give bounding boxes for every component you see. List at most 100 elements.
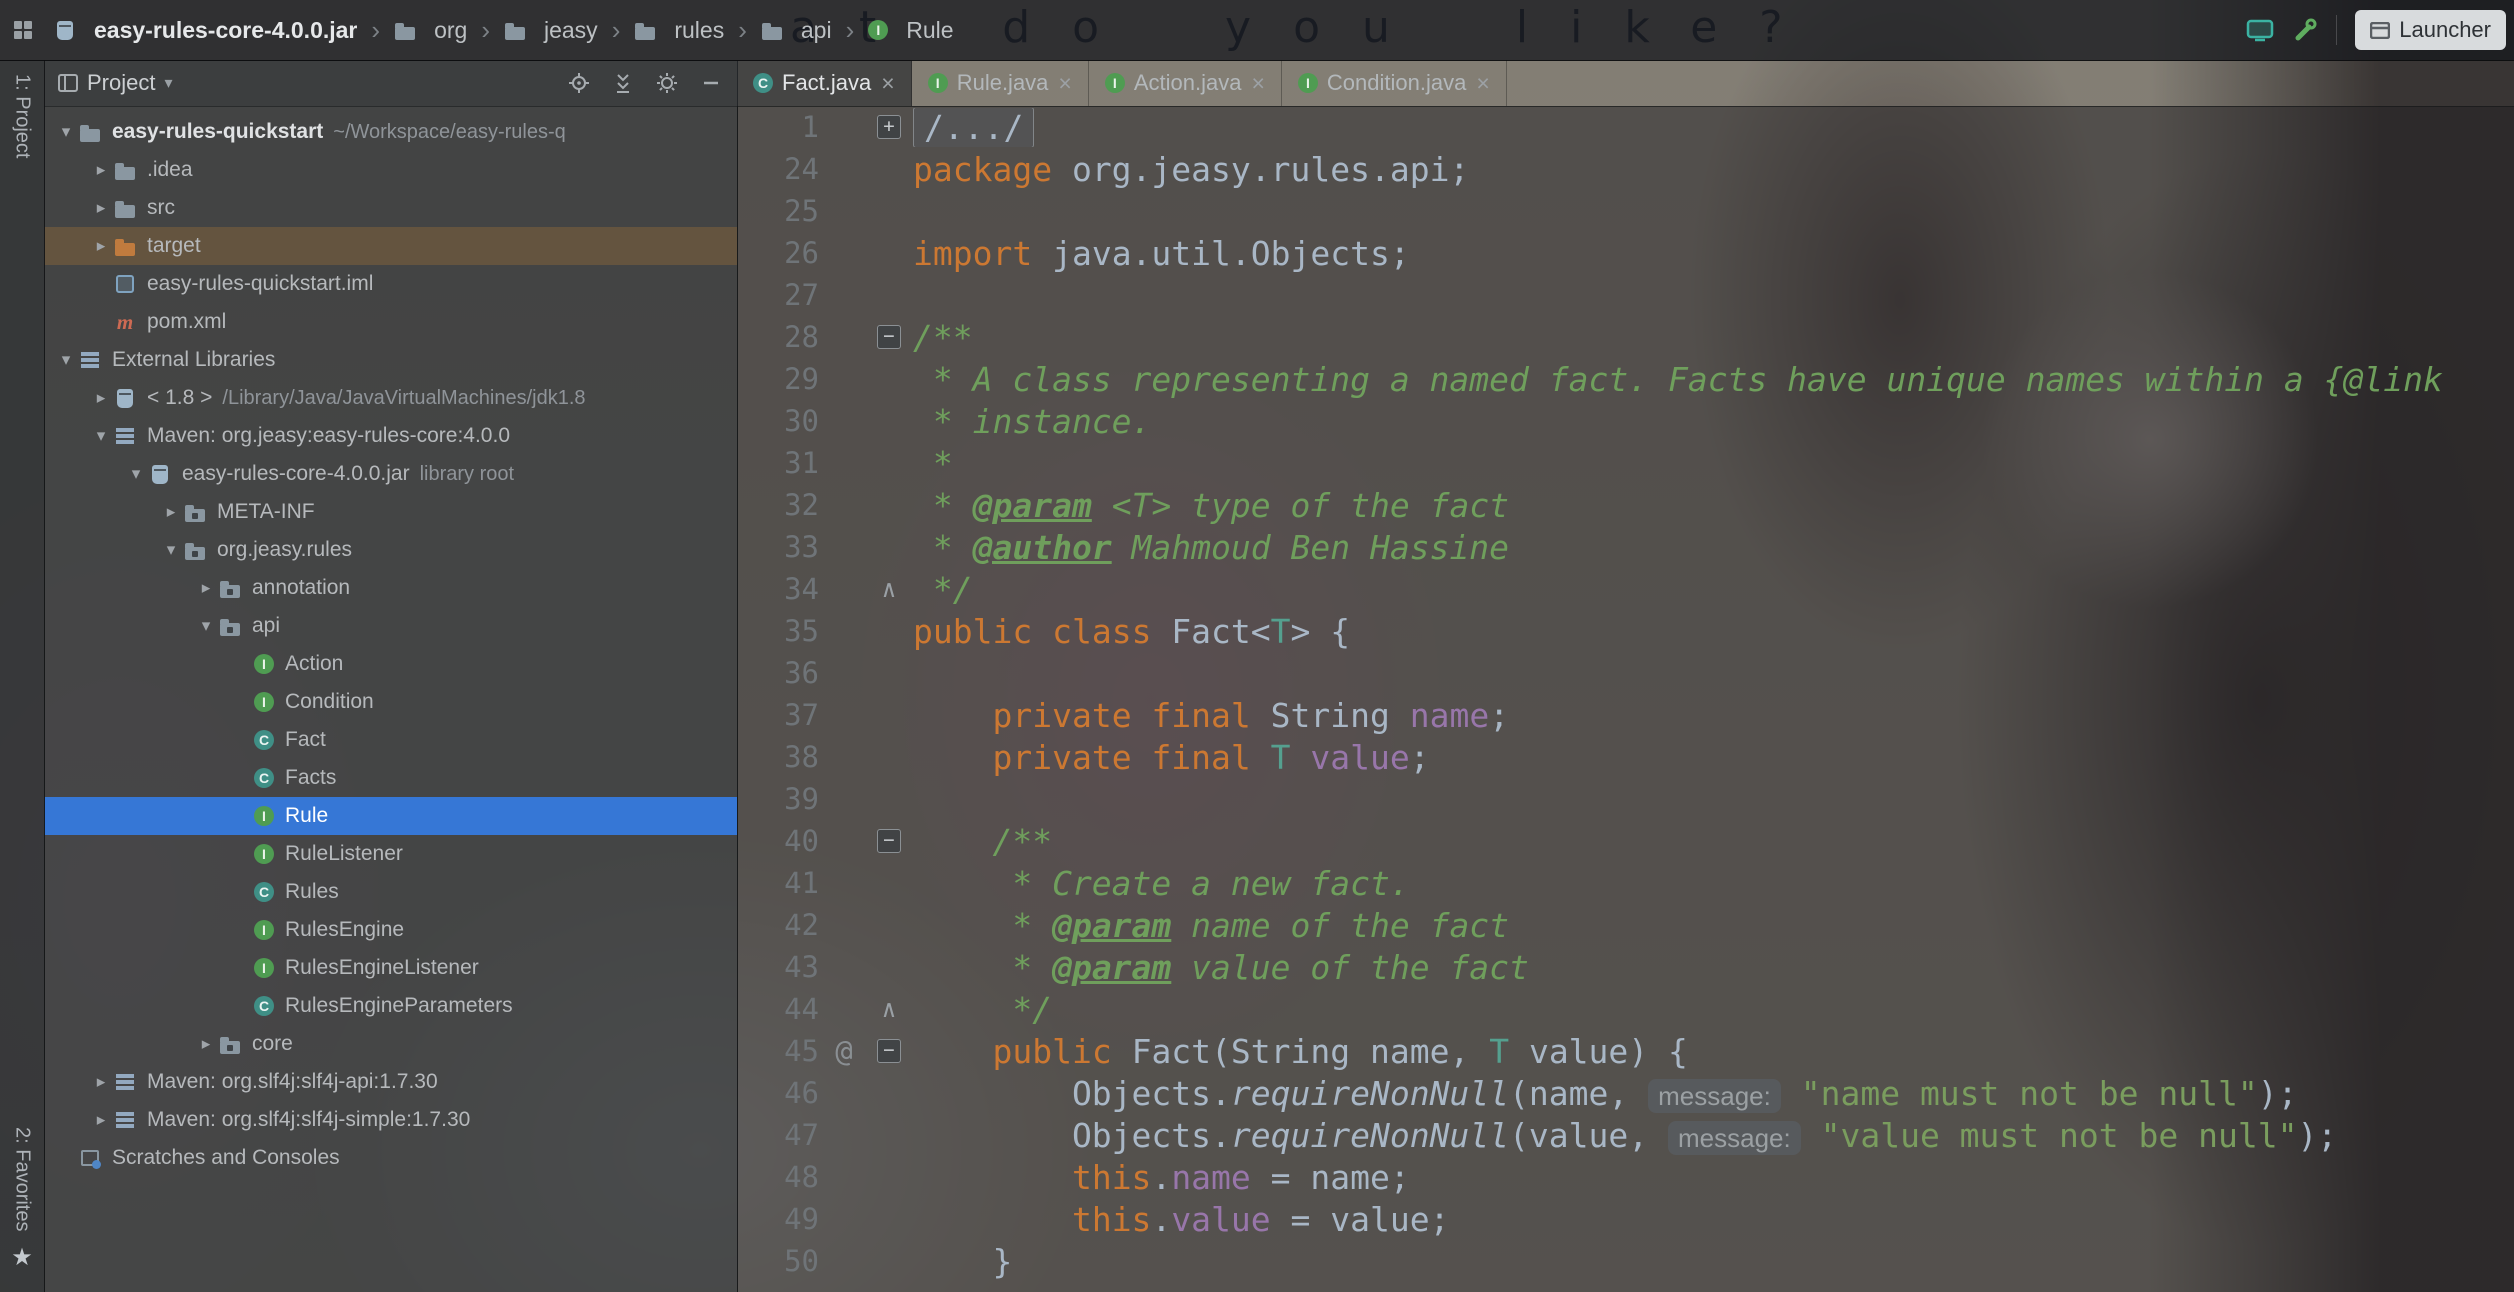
chevron-down-icon[interactable]: ▾: [158, 540, 184, 560]
code-line[interactable]: 38 private final T value;: [737, 736, 2514, 778]
tree-item-maven-org-slf4j-slf4j-api-1-7-30[interactable]: ▸Maven: org.slf4j:slf4j-api:1.7.30: [44, 1063, 737, 1101]
code-line[interactable]: 32 * @param <T> type of the fact: [737, 484, 2514, 526]
window-grid-icon[interactable]: [12, 19, 34, 41]
code-line[interactable]: 49 this.value = value;: [737, 1198, 2514, 1240]
line-number[interactable]: 32: [737, 488, 819, 522]
chevron-down-icon[interactable]: ▾: [88, 426, 114, 446]
code-line[interactable]: 26import java.util.Objects;: [737, 232, 2514, 274]
tree-item-src[interactable]: ▸src: [44, 189, 737, 227]
tree-item-easy-rules-core-4-0-0-jar[interactable]: ▾easy-rules-core-4.0.0.jarlibrary root: [44, 455, 737, 493]
line-number[interactable]: 37: [737, 698, 819, 732]
line-number[interactable]: 24: [737, 152, 819, 186]
tree-item-maven-org-slf4j-slf4j-simple-1-7-30[interactable]: ▸Maven: org.slf4j:slf4j-simple:1.7.30: [44, 1101, 737, 1139]
tree-item-scratches-and-consoles[interactable]: Scratches and Consoles: [44, 1139, 737, 1177]
tree-item-rulelistener[interactable]: IRuleListener: [44, 835, 737, 873]
breadcrumb-item-easy-rules-core-4-0-0-jar[interactable]: easy-rules-core-4.0.0.jar: [54, 17, 357, 44]
tree-item-condition[interactable]: ICondition: [44, 683, 737, 721]
code-line[interactable]: 40− /**: [737, 820, 2514, 862]
screen-share-icon[interactable]: [2246, 18, 2274, 42]
line-number[interactable]: 26: [737, 236, 819, 270]
tool-window-tab-project[interactable]: 1: Project: [11, 74, 34, 158]
code-line[interactable]: 46 Objects.requireNonNull(name, message:…: [737, 1072, 2514, 1114]
gear-icon[interactable]: [655, 71, 679, 95]
line-number[interactable]: 27: [737, 278, 819, 312]
annotation-gutter-icon[interactable]: @: [819, 1034, 869, 1068]
chevron-right-icon[interactable]: ▸: [193, 578, 219, 598]
line-number[interactable]: 30: [737, 404, 819, 438]
tree-item-api[interactable]: ▾api: [44, 607, 737, 645]
breadcrumb-item-jeasy[interactable]: jeasy: [504, 17, 598, 44]
tree-item-rule[interactable]: IRule: [44, 797, 737, 835]
breadcrumb-item-org[interactable]: org: [394, 17, 467, 44]
code-line[interactable]: 41 * Create a new fact.: [737, 862, 2514, 904]
tree-item-external-libraries[interactable]: ▾External Libraries: [44, 341, 737, 379]
tree-item-target[interactable]: ▸target: [44, 227, 737, 265]
line-number[interactable]: 41: [737, 866, 819, 900]
locate-file-icon[interactable]: [567, 71, 591, 95]
line-number[interactable]: 40: [737, 824, 819, 858]
collapse-all-icon[interactable]: [611, 71, 635, 95]
line-number[interactable]: 1: [737, 110, 819, 144]
line-number[interactable]: 31: [737, 446, 819, 480]
chevron-right-icon[interactable]: ▸: [88, 388, 114, 408]
code-line[interactable]: 37 private final String name;: [737, 694, 2514, 736]
tree-item-idea[interactable]: ▸.idea: [44, 151, 737, 189]
code-line[interactable]: 28−/**: [737, 316, 2514, 358]
tree-item-core[interactable]: ▸core: [44, 1025, 737, 1063]
project-view-selector[interactable]: Project ▾: [58, 70, 173, 96]
tree-item-easy-rules-quickstart[interactable]: ▾easy-rules-quickstart~/Workspace/easy-r…: [44, 113, 737, 151]
tree-item-rulesengineparameters[interactable]: CRulesEngineParameters: [44, 987, 737, 1025]
tool-window-tab-favorites[interactable]: 2: Favorites ★: [11, 1127, 34, 1272]
line-number[interactable]: 29: [737, 362, 819, 396]
line-number[interactable]: 39: [737, 782, 819, 816]
chevron-right-icon[interactable]: ▸: [88, 1072, 114, 1092]
chevron-right-icon[interactable]: ▸: [88, 1110, 114, 1130]
launcher-button[interactable]: Launcher: [2355, 10, 2506, 50]
tree-item-action[interactable]: IAction: [44, 645, 737, 683]
code-line[interactable]: 1+/.../: [737, 106, 2514, 148]
close-icon[interactable]: ×: [1476, 70, 1489, 97]
tab-condition-java[interactable]: ICondition.java×: [1282, 60, 1507, 106]
code-line[interactable]: 35public class Fact<T> {: [737, 610, 2514, 652]
code-line[interactable]: 48 this.name = name;: [737, 1156, 2514, 1198]
tab-action-java[interactable]: IAction.java×: [1089, 60, 1282, 106]
line-number[interactable]: 46: [737, 1076, 819, 1110]
line-number[interactable]: 47: [737, 1118, 819, 1152]
fold-collapse-icon[interactable]: −: [877, 325, 901, 349]
fold-collapse-icon[interactable]: −: [877, 1039, 901, 1063]
line-number[interactable]: 49: [737, 1202, 819, 1236]
wrench-icon[interactable]: [2292, 17, 2318, 43]
line-number[interactable]: 33: [737, 530, 819, 564]
chevron-right-icon[interactable]: ▸: [158, 502, 184, 522]
fold-end-icon[interactable]: ∧: [882, 999, 896, 1019]
tree-item-easy-rules-quickstart-iml[interactable]: easy-rules-quickstart.iml: [44, 265, 737, 303]
code-line[interactable]: 39: [737, 778, 2514, 820]
line-number[interactable]: 43: [737, 950, 819, 984]
tab-rule-java[interactable]: IRule.java×: [912, 60, 1089, 106]
line-number[interactable]: 48: [737, 1160, 819, 1194]
tree-item-org-jeasy-rules[interactable]: ▾org.jeasy.rules: [44, 531, 737, 569]
code-line[interactable]: 45@− public Fact(String name, T value) {: [737, 1030, 2514, 1072]
chevron-down-icon[interactable]: ▾: [53, 350, 79, 370]
code-line[interactable]: 44∧ */: [737, 988, 2514, 1030]
code-line[interactable]: 47 Objects.requireNonNull(value, message…: [737, 1114, 2514, 1156]
tree-item-maven-org-jeasy-easy-rules-core-4-0-0[interactable]: ▾Maven: org.jeasy:easy-rules-core:4.0.0: [44, 417, 737, 455]
line-number[interactable]: 38: [737, 740, 819, 774]
tree-item-rules[interactable]: CRules: [44, 873, 737, 911]
code-line[interactable]: 50 }: [737, 1240, 2514, 1282]
code-line[interactable]: 27: [737, 274, 2514, 316]
tree-item-annotation[interactable]: ▸annotation: [44, 569, 737, 607]
close-icon[interactable]: ×: [1058, 70, 1071, 97]
chevron-right-icon[interactable]: ▸: [88, 160, 114, 180]
code-line[interactable]: 43 * @param value of the fact: [737, 946, 2514, 988]
chevron-right-icon[interactable]: ▸: [193, 1034, 219, 1054]
code-line[interactable]: 25: [737, 190, 2514, 232]
line-number[interactable]: 36: [737, 656, 819, 690]
fold-expand-icon[interactable]: +: [877, 115, 901, 139]
code-line[interactable]: 36: [737, 652, 2514, 694]
code-line[interactable]: 31 *: [737, 442, 2514, 484]
code-line[interactable]: 30 * instance.: [737, 400, 2514, 442]
line-number[interactable]: 44: [737, 992, 819, 1026]
close-icon[interactable]: ×: [881, 70, 894, 97]
line-number[interactable]: 50: [737, 1244, 819, 1278]
